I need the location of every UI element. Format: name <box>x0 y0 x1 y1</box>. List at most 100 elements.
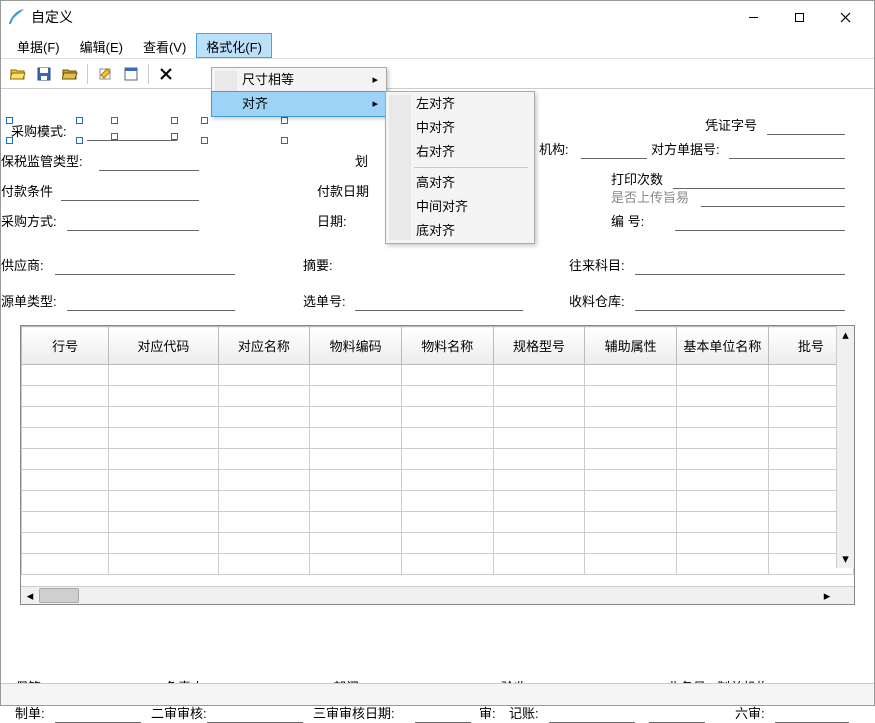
field-extra[interactable] <box>649 705 705 723</box>
th-code[interactable]: 对应代码 <box>109 327 218 365</box>
table-row[interactable] <box>22 407 854 428</box>
field-select-no[interactable] <box>355 293 523 311</box>
field-org[interactable] <box>581 141 647 159</box>
label-summary: 摘要: <box>303 255 333 274</box>
table-row[interactable] <box>22 554 854 575</box>
edit-icon[interactable] <box>94 63 116 85</box>
menu-align-center[interactable]: 中对齐 <box>386 116 534 140</box>
field-audit6[interactable] <box>775 705 849 723</box>
field-print-count[interactable] <box>673 171 845 189</box>
field-audit3date[interactable] <box>415 705 471 723</box>
delete-icon[interactable] <box>155 63 177 85</box>
label-date: 日期: <box>317 211 347 230</box>
th-attr[interactable]: 辅助属性 <box>585 327 677 365</box>
field-source-type[interactable] <box>67 293 235 311</box>
label-supplier: 供应商: <box>1 255 44 274</box>
menu-align-top[interactable]: 高对齐 <box>386 171 534 195</box>
toolbar <box>1 59 874 89</box>
window-title: 自定义 <box>31 7 73 27</box>
field-supplier[interactable] <box>55 257 235 275</box>
selection-handle[interactable] <box>281 137 288 144</box>
menu-align-bottom[interactable]: 底对齐 <box>386 219 534 243</box>
field-pay-terms[interactable] <box>61 183 199 201</box>
scroll-down-icon[interactable]: ▾ <box>837 550 854 568</box>
label-receive-wh: 收料仓库: <box>569 291 625 310</box>
label-purchase-way: 采购方式: <box>1 211 57 230</box>
label-print-count: 打印次数 <box>611 169 663 188</box>
label-source-type: 源单类型: <box>1 291 57 310</box>
label-pay-terms: 付款条件 <box>1 181 53 200</box>
format-menu: 尺寸相等 对齐 <box>211 67 387 117</box>
open-icon[interactable] <box>7 63 29 85</box>
window-icon[interactable] <box>120 63 142 85</box>
field-audit2[interactable] <box>207 705 303 723</box>
field-receive-wh[interactable] <box>635 293 845 311</box>
table-row[interactable] <box>22 428 854 449</box>
selection-handle[interactable] <box>76 117 83 124</box>
label-purchase-mode[interactable]: 采购模式: <box>11 121 67 140</box>
selection-handle[interactable] <box>201 137 208 144</box>
selection-handle[interactable] <box>281 117 288 124</box>
selection-handle[interactable] <box>201 117 208 124</box>
table-row[interactable] <box>22 512 854 533</box>
th-spec[interactable]: 规格型号 <box>493 327 585 365</box>
field-bonded-type[interactable] <box>99 153 199 171</box>
save-icon[interactable] <box>33 63 55 85</box>
menu-format[interactable]: 格式化(F) <box>196 33 272 58</box>
table-row[interactable] <box>22 449 854 470</box>
label-upload: 是否上传旨易 <box>611 187 689 206</box>
field-upload[interactable] <box>701 189 845 207</box>
table-row[interactable] <box>22 365 854 386</box>
field-maker[interactable] <box>55 705 141 723</box>
data-grid: 行号 对应代码 对应名称 物料编码 物料名称 规格型号 辅助属性 基本单位名称 … <box>20 325 855 605</box>
table-row[interactable] <box>22 470 854 491</box>
field-no[interactable] <box>675 213 845 231</box>
horizontal-scrollbar[interactable]: ◂ ▸ <box>21 586 854 604</box>
th-rowno[interactable]: 行号 <box>22 327 109 365</box>
field-purchase-way[interactable] <box>67 213 199 231</box>
scroll-right-icon[interactable]: ▸ <box>818 587 836 604</box>
menu-align-left[interactable]: 左对齐 <box>386 92 534 116</box>
table[interactable]: 行号 对应代码 对应名称 物料编码 物料名称 规格型号 辅助属性 基本单位名称 … <box>21 326 854 575</box>
close-button[interactable] <box>822 2 868 32</box>
label-voucher-no: 凭证字号 <box>705 115 757 134</box>
field-booking[interactable] <box>549 705 635 723</box>
label-account: 往来科目: <box>569 255 625 274</box>
field-purchase-mode[interactable] <box>87 123 177 141</box>
scroll-left-icon[interactable]: ◂ <box>21 587 39 604</box>
field-voucher-no[interactable] <box>767 117 845 135</box>
menu-align-right[interactable]: 右对齐 <box>386 140 534 164</box>
table-row[interactable] <box>22 491 854 512</box>
scroll-thumb[interactable] <box>39 588 79 603</box>
align-submenu: 左对齐 中对齐 右对齐 高对齐 中间对齐 底对齐 <box>385 91 535 244</box>
menu-view[interactable]: 查看(V) <box>133 33 196 58</box>
th-unit[interactable]: 基本单位名称 <box>677 327 769 365</box>
table-row[interactable] <box>22 386 854 407</box>
statusbar <box>1 683 874 705</box>
scroll-up-icon[interactable]: ▴ <box>837 326 854 344</box>
minimize-button[interactable] <box>730 2 776 32</box>
maximize-button[interactable] <box>776 2 822 32</box>
field-account[interactable] <box>635 257 845 275</box>
field-counter-doc[interactable] <box>729 141 845 159</box>
th-matcode[interactable]: 物料编码 <box>310 327 402 365</box>
vertical-scrollbar[interactable]: ▴ ▾ <box>836 326 854 568</box>
label-counter-doc: 对方单据号: <box>651 139 720 158</box>
th-matname[interactable]: 物料名称 <box>401 327 493 365</box>
label-org: 机构: <box>539 139 569 158</box>
th-name[interactable]: 对应名称 <box>218 327 310 365</box>
menu-same-size[interactable]: 尺寸相等 <box>212 68 386 92</box>
label-partial: 划 <box>355 151 368 170</box>
app-icon <box>7 8 25 26</box>
menu-edit[interactable]: 编辑(E) <box>70 33 133 58</box>
label-bonded-type: 保税监管类型: <box>1 151 83 170</box>
label-select-no: 选单号: <box>303 291 346 310</box>
saveall-icon[interactable] <box>59 63 81 85</box>
menu-align[interactable]: 对齐 <box>211 91 387 117</box>
titlebar: 自定义 <box>1 1 874 33</box>
menu-doc[interactable]: 单据(F) <box>7 33 70 58</box>
menu-align-middle[interactable]: 中间对齐 <box>386 195 534 219</box>
selection-handle[interactable] <box>76 137 83 144</box>
table-row[interactable] <box>22 533 854 554</box>
label-no: 编 号: <box>611 211 644 230</box>
